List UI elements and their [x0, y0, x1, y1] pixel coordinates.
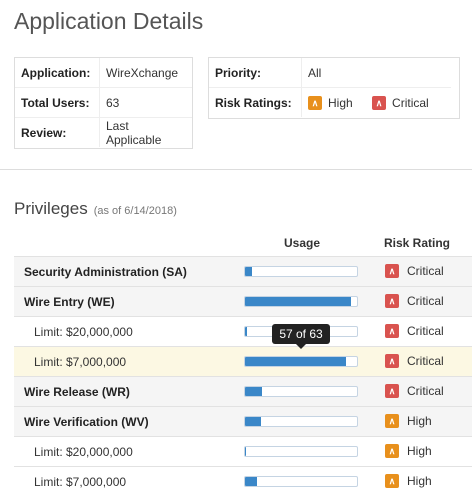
risk-rating-label: Critical — [407, 384, 444, 398]
privilege-name: Limit: $7,000,000 — [34, 354, 127, 369]
usage-bar[interactable] — [244, 296, 358, 307]
chevron-up-icon: ∧ — [385, 414, 399, 428]
risk-rating-label: Critical — [407, 264, 444, 278]
privilege-row[interactable]: Wire Release (WR) ∧ Critical — [14, 376, 472, 406]
usage-bar[interactable] — [244, 356, 358, 367]
usage-bar-fill — [245, 417, 261, 426]
risk-rating: ∧ High — [385, 444, 432, 458]
usage-bar-fill — [245, 327, 248, 336]
risk-rating: ∧ Critical — [385, 294, 444, 308]
usage-bar[interactable] — [244, 416, 358, 427]
usage-bar-fill — [245, 267, 252, 276]
privilege-row[interactable]: Limit: $20,000,000 ∧ Critical — [14, 316, 472, 346]
double-chevron-up-icon: ∧ — [385, 294, 399, 308]
info-value: WireXchange — [99, 58, 192, 88]
risk-critical-text: Critical — [392, 96, 429, 110]
privilege-row[interactable]: Limit: $7,000,000 ∧ High — [14, 466, 472, 496]
privilege-name: Limit: $20,000,000 — [34, 324, 133, 339]
risk-critical-legend: ∧ Critical — [372, 96, 429, 110]
privilege-name: Limit: $20,000,000 — [34, 444, 133, 459]
privileges-date-note: (as of 6/14/2018) — [93, 205, 177, 217]
usage-bar-fill — [245, 387, 262, 396]
filter-info-box: Priority: All Risk Ratings: ∧ High ∧ Cri… — [208, 57, 460, 119]
privilege-row[interactable]: Limit: $7,000,000 ∧ Critical — [14, 346, 472, 376]
risk-rating: ∧ High — [385, 474, 432, 488]
column-header-risk-rating[interactable]: Risk Rating — [384, 236, 450, 250]
risk-rating: ∧ Critical — [385, 264, 444, 278]
info-row-application: Application: WireXchange — [15, 58, 192, 88]
risk-high-text: High — [328, 96, 353, 110]
info-label: Review: — [15, 117, 100, 147]
privilege-name: Wire Entry (WE) — [24, 294, 115, 309]
risk-rating-label: Critical — [407, 294, 444, 308]
column-header-usage[interactable]: Usage — [284, 236, 320, 250]
priority-value: All — [301, 58, 451, 88]
info-row-risk-ratings: Risk Ratings: ∧ High ∧ Critical — [209, 87, 451, 118]
application-info-box: Application: WireXchange Total Users: 63… — [14, 57, 193, 149]
privilege-row[interactable]: Security Administration (SA) ∧ Critical — [14, 256, 472, 286]
risk-ratings-label: Risk Ratings: — [209, 87, 302, 117]
info-label: Application: — [15, 58, 100, 88]
privilege-row[interactable]: Wire Entry (WE) ∧ Critical — [14, 286, 472, 316]
chevron-up-icon: ∧ — [385, 474, 399, 488]
chevron-up-icon: ∧ — [308, 96, 322, 110]
info-value: 63 — [99, 87, 192, 118]
double-chevron-up-icon: ∧ — [385, 354, 399, 368]
privileges-heading: Privileges (as of 6/14/2018) — [14, 199, 177, 219]
usage-bar[interactable] — [244, 266, 358, 277]
risk-rating: ∧ High — [385, 414, 432, 428]
privilege-name: Wire Verification (WV) — [24, 414, 149, 429]
double-chevron-up-icon: ∧ — [385, 264, 399, 278]
double-chevron-up-icon: ∧ — [372, 96, 387, 110]
risk-rating-label: Critical — [407, 324, 444, 338]
double-chevron-up-icon: ∧ — [385, 384, 399, 398]
usage-bar-fill — [245, 447, 247, 456]
risk-rating-label: High — [407, 444, 432, 458]
info-value: Last Applicable — [106, 118, 162, 147]
usage-tooltip: 57 of 63 — [272, 324, 330, 349]
privileges-title: Privileges — [14, 199, 88, 218]
usage-bar-fill — [245, 477, 258, 486]
risk-rating-label: High — [407, 474, 432, 488]
risk-ratings-value: ∧ High ∧ Critical — [302, 88, 451, 118]
risk-rating: ∧ Critical — [385, 354, 444, 368]
priority-label: Priority: — [209, 58, 302, 88]
usage-bar[interactable] — [244, 476, 358, 487]
privilege-name: Security Administration (SA) — [24, 264, 187, 279]
chevron-up-icon: ∧ — [385, 444, 399, 458]
usage-bar-fill — [245, 357, 347, 366]
privileges-table: Security Administration (SA) ∧ Critical Wir… — [14, 256, 472, 496]
risk-rating: ∧ Critical — [385, 324, 444, 338]
risk-rating-label: Critical — [407, 354, 444, 368]
double-chevron-up-icon: ∧ — [385, 324, 399, 338]
risk-high-legend: ∧ High — [308, 96, 353, 110]
privilege-row[interactable]: Wire Verification (WV) ∧ High — [14, 406, 472, 436]
info-row-priority: Priority: All — [209, 58, 451, 88]
risk-rating-label: High — [407, 414, 432, 428]
info-label: Total Users: — [15, 87, 100, 118]
usage-bar[interactable] — [244, 446, 358, 457]
privilege-name: Limit: $7,000,000 — [34, 474, 127, 489]
privilege-row[interactable]: Limit: $20,000,000 ∧ High — [14, 436, 472, 466]
usage-bar[interactable] — [244, 386, 358, 397]
page-title: Application Details — [14, 8, 204, 34]
usage-bar-fill — [245, 297, 352, 306]
risk-rating: ∧ Critical — [385, 384, 444, 398]
section-divider — [0, 169, 472, 170]
info-row-total-users: Total Users: 63 — [15, 87, 192, 118]
info-row-review: Review: Last Applicable — [15, 117, 192, 147]
privilege-name: Wire Release (WR) — [24, 384, 130, 399]
